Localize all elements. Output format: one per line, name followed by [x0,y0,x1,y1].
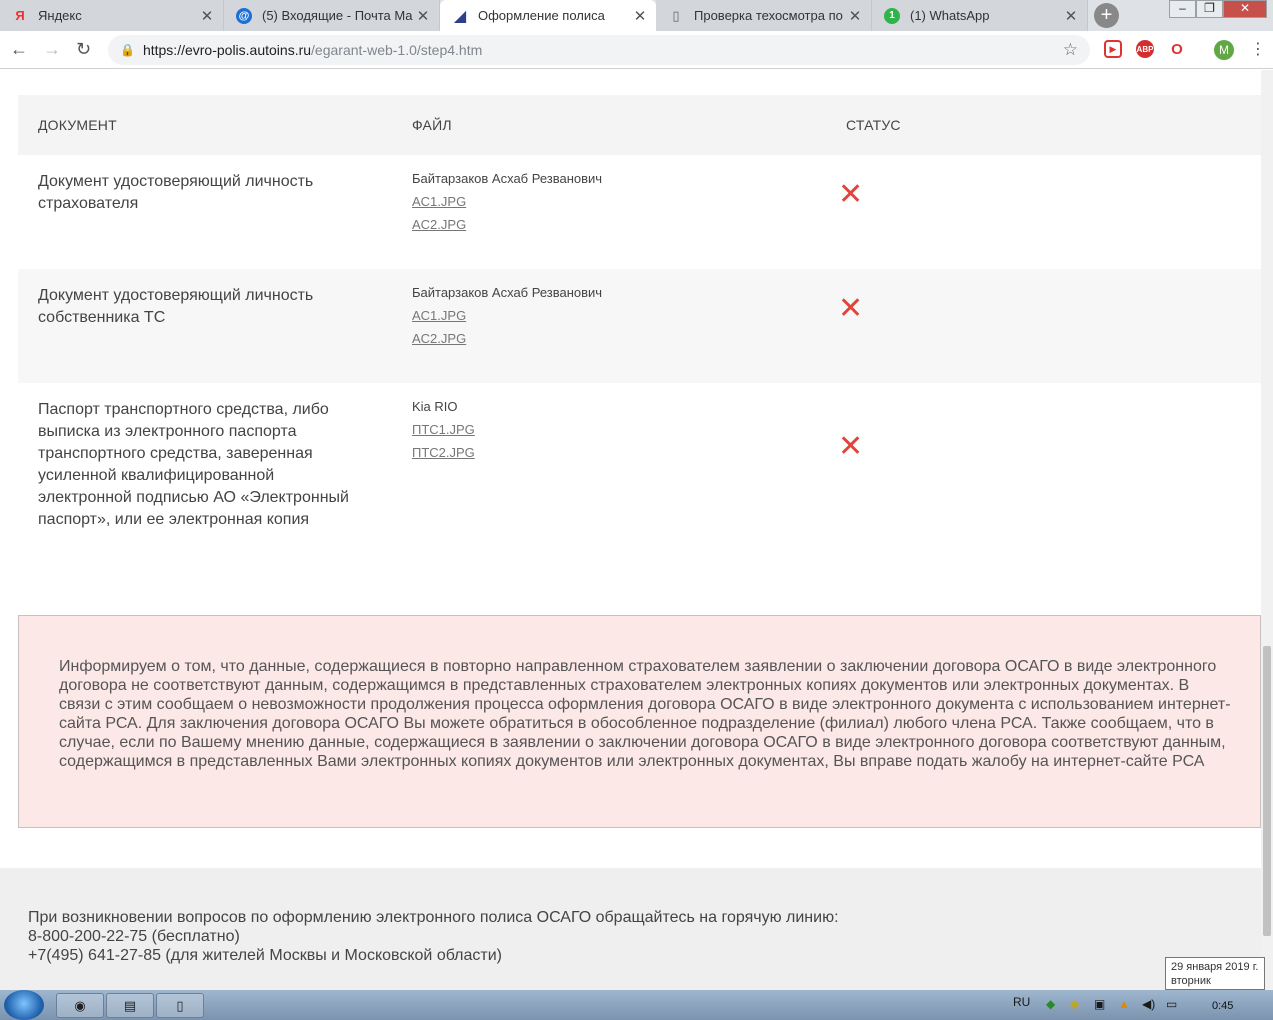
table-row: Документ удостоверяющий личность страхов… [18,155,1261,269]
tab-mail[interactable]: @ (5) Входящие - Почта Mail.R ✕ [224,0,440,31]
status-error-icon: ✕ [838,430,864,463]
restore-icon[interactable]: ❐ [1196,0,1223,18]
avatar[interactable]: M [1214,40,1234,60]
file-link[interactable]: AC1.JPG [412,190,806,213]
tray-app-icon[interactable]: ◈ [1070,997,1079,1011]
network-icon[interactable]: ▭ [1166,997,1177,1011]
address-bar[interactable]: 🔒 https://evro-polis.autoins.ru/egarant-… [108,35,1090,65]
back-icon[interactable]: ← [10,39,28,60]
chrome-taskbar-icon[interactable]: ◉ [56,993,104,1018]
document-name: Паспорт транспортного средства, либо вып… [38,401,349,528]
document-icon: ▯ [672,7,680,23]
close-icon[interactable]: ✕ [197,7,217,25]
file-owner: Байтарзаков Асхаб Резванович [412,171,603,186]
browser-toolbar: ← → ↻ 🔒 https://evro-polis.autoins.ru/eg… [0,31,1273,69]
page-content: ДОКУМЕНТ ФАЙЛ СТАТУС Документ удостоверя… [0,70,1261,990]
tab-title: Яндекс [38,8,82,23]
file-link[interactable]: AC2.JPG [412,213,806,236]
menu-icon[interactable]: ⋮ [1250,39,1266,59]
whatsapp-icon: 1 [884,7,900,24]
opera-icon[interactable]: O [1168,40,1186,58]
scrollbar-thumb[interactable] [1263,646,1271,936]
tab-title: (5) Входящие - Почта Mail.R [262,8,413,23]
documents-table: ДОКУМЕНТ ФАЙЛ СТАТУС Документ удостоверя… [18,95,1261,543]
url-path: /egarant-web-1.0/step4.htm [311,42,483,58]
warning-icon[interactable]: ▲ [1118,997,1130,1011]
table-row: Документ удостоверяющий личность собстве… [18,269,1261,383]
forward-icon[interactable]: → [43,39,61,60]
footer: При возникновении вопросов по оформлению… [0,868,1261,990]
document-name: Документ удостоверяющий личность собстве… [38,287,314,326]
date-tooltip: 29 января 2019 г. вторник [1165,957,1265,990]
file-link[interactable]: AC1.JPG [412,304,806,327]
notice-text: Информируем о том, что данные, содержащи… [59,658,1231,770]
yandex-icon: Я [15,8,25,23]
file-owner: Байтарзаков Асхаб Резванович [412,285,603,300]
vertical-scrollbar[interactable] [1261,70,1273,990]
status-error-icon: ✕ [838,178,864,211]
taskbar-clock[interactable]: 0:45 [1212,1000,1233,1012]
mail-icon: @ [236,7,252,24]
box-icon[interactable]: ▣ [1094,997,1105,1011]
window-controls: – ❐ ✕ [1169,0,1267,18]
document-name: Документ удостоверяющий личность страхов… [38,173,314,212]
tab-title: (1) WhatsApp [910,8,990,23]
new-tab-button[interactable]: + [1094,3,1119,28]
notepad-taskbar-icon[interactable]: ▯ [156,993,204,1018]
lock-icon: 🔒 [120,43,135,57]
url-host: https://evro-polis.autoins.ru [142,42,312,58]
status-error-icon: ✕ [838,292,864,325]
tab-title: Проверка техосмотра по б [694,8,845,23]
file-link[interactable]: ПТС2.JPG [412,441,806,464]
close-icon[interactable]: ✕ [413,7,433,25]
tab-policy[interactable]: ◢ Оформление полиса ✕ [440,0,656,31]
tab-title: Оформление полиса [478,8,605,23]
explorer-taskbar-icon[interactable]: ▤ [106,993,154,1018]
tooltip-day: вторник [1171,975,1211,987]
reload-icon[interactable]: ↻ [76,39,91,60]
window-close-icon[interactable]: ✕ [1223,0,1267,18]
error-notice: Информируем о том, что данные, содержащи… [18,615,1261,828]
table-row: Паспорт транспортного средства, либо вып… [18,383,1261,543]
hotline-moscow: +7(495) 641-27-85 (для жителей Москвы и … [28,947,502,964]
header-document: ДОКУМЕНТ [18,95,392,155]
minimize-icon[interactable]: – [1169,0,1196,18]
close-icon[interactable]: ✕ [1061,7,1081,25]
tab-strip: Я Яндекс ✕ @ (5) Входящие - Почта Mail.R… [0,0,1273,31]
file-owner: Kia RIO [412,399,458,414]
abp-icon[interactable]: ABP [1136,40,1154,58]
site-icon: ◢ [453,7,467,25]
tooltip-date: 29 января 2019 г. [1171,961,1259,973]
header-file: ФАЙЛ [392,95,826,155]
close-icon[interactable]: ✕ [630,7,650,25]
shield-icon[interactable]: ◆ [1046,997,1055,1011]
hotline-intro: При возникновении вопросов по оформлению… [28,909,839,926]
close-icon[interactable]: ✕ [845,7,865,25]
tab-whatsapp[interactable]: 1 (1) WhatsApp ✕ [872,0,1088,31]
volume-icon[interactable]: ◀) [1142,997,1155,1011]
language-indicator[interactable]: RU [1013,995,1030,1009]
bookmark-star-icon[interactable]: ☆ [1063,40,1078,60]
file-link[interactable]: ПТС1.JPG [412,418,806,441]
video-ext-icon[interactable]: ▶ [1104,40,1122,58]
os-taskbar: ◉ ▤ ▯ RU ◆ ◈ ▣ ▲ ◀) ▭ 0:45 [0,990,1273,1020]
start-button[interactable] [4,990,44,1020]
file-link[interactable]: AC2.JPG [412,327,806,350]
header-status: СТАТУС [826,95,1261,155]
hotline-free: 8-800-200-22-75 (бесплатно) [28,928,240,945]
tab-inspection[interactable]: ▯ Проверка техосмотра по б ✕ [656,0,872,31]
tab-yandex[interactable]: Я Яндекс ✕ [0,0,224,31]
